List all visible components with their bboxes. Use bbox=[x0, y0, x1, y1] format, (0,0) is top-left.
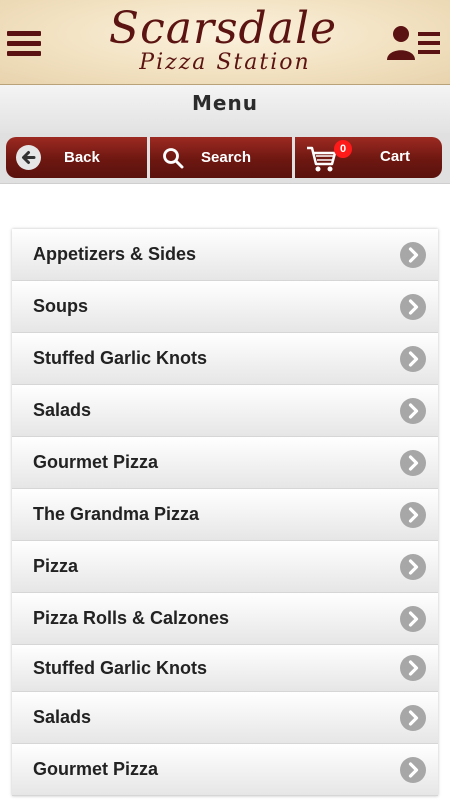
toolbar: Back Search 0 Cart bbox=[0, 133, 450, 184]
menu-item-label: Appetizers & Sides bbox=[33, 244, 197, 264]
menu-item-label: Pizza bbox=[33, 556, 79, 576]
chevron-right-icon bbox=[400, 242, 426, 268]
title-bar: Menu bbox=[0, 85, 450, 133]
chevron-right-icon bbox=[400, 757, 426, 783]
search-button[interactable]: Search bbox=[150, 137, 292, 178]
account-icon[interactable] bbox=[386, 24, 444, 64]
menu-item-label: Stuffed Garlic Knots bbox=[33, 348, 208, 368]
chevron-right-icon bbox=[400, 606, 426, 632]
menu-item[interactable]: Gourmet Pizza bbox=[12, 744, 438, 796]
menu-item[interactable]: Gourmet Pizza bbox=[12, 437, 438, 489]
menu-item[interactable]: The Grandma Pizza bbox=[12, 489, 438, 541]
menu-item[interactable]: Appetizers & Sides bbox=[12, 229, 438, 281]
search-icon bbox=[162, 147, 184, 173]
menu-item-label: The Grandma Pizza bbox=[33, 504, 200, 524]
chevron-right-icon bbox=[400, 346, 426, 372]
menu-item-label: Salads bbox=[33, 400, 92, 420]
menu-item[interactable]: Salads bbox=[12, 692, 438, 744]
chevron-right-icon bbox=[400, 398, 426, 424]
menu-item[interactable]: Pizza bbox=[12, 541, 438, 593]
cart-button[interactable]: 0 Cart bbox=[295, 137, 442, 178]
hamburger-menu-icon[interactable] bbox=[7, 31, 41, 57]
chevron-right-icon bbox=[400, 554, 426, 580]
menu-item-label: Soups bbox=[33, 296, 89, 316]
menu-item-label: Stuffed Garlic Knots bbox=[33, 658, 208, 678]
chevron-right-icon bbox=[400, 655, 426, 681]
back-label: Back bbox=[64, 149, 100, 166]
menu-item-label: Gourmet Pizza bbox=[33, 452, 159, 472]
page-title: Menu bbox=[192, 91, 258, 115]
menu-item-label: Pizza Rolls & Calzones bbox=[33, 608, 230, 628]
menu-item[interactable]: Pizza Rolls & Calzones bbox=[12, 593, 438, 645]
app-header: Scarsdale Pizza Station bbox=[0, 0, 450, 85]
back-button[interactable]: Back bbox=[6, 137, 147, 178]
menu-item[interactable]: Stuffed Garlic Knots bbox=[12, 333, 438, 385]
menu-item[interactable]: Salads bbox=[12, 385, 438, 437]
chevron-right-icon bbox=[400, 502, 426, 528]
back-arrow-icon bbox=[16, 145, 41, 170]
menu-category-list: Appetizers & Sides Soups Stuffed Garlic … bbox=[12, 229, 438, 796]
menu-item-label: Gourmet Pizza bbox=[33, 759, 159, 779]
cart-label: Cart bbox=[380, 148, 411, 165]
cart-count-badge: 0 bbox=[334, 140, 352, 158]
menu-item-label: Salads bbox=[33, 707, 92, 727]
chevron-right-icon bbox=[400, 450, 426, 476]
menu-item[interactable]: Stuffed Garlic Knots bbox=[12, 645, 438, 692]
menu-item[interactable]: Soups bbox=[12, 281, 438, 333]
search-label: Search bbox=[201, 149, 252, 166]
chevron-right-icon bbox=[400, 705, 426, 731]
chevron-right-icon bbox=[400, 294, 426, 320]
logo-subtitle: Pizza Station bbox=[139, 50, 311, 75]
